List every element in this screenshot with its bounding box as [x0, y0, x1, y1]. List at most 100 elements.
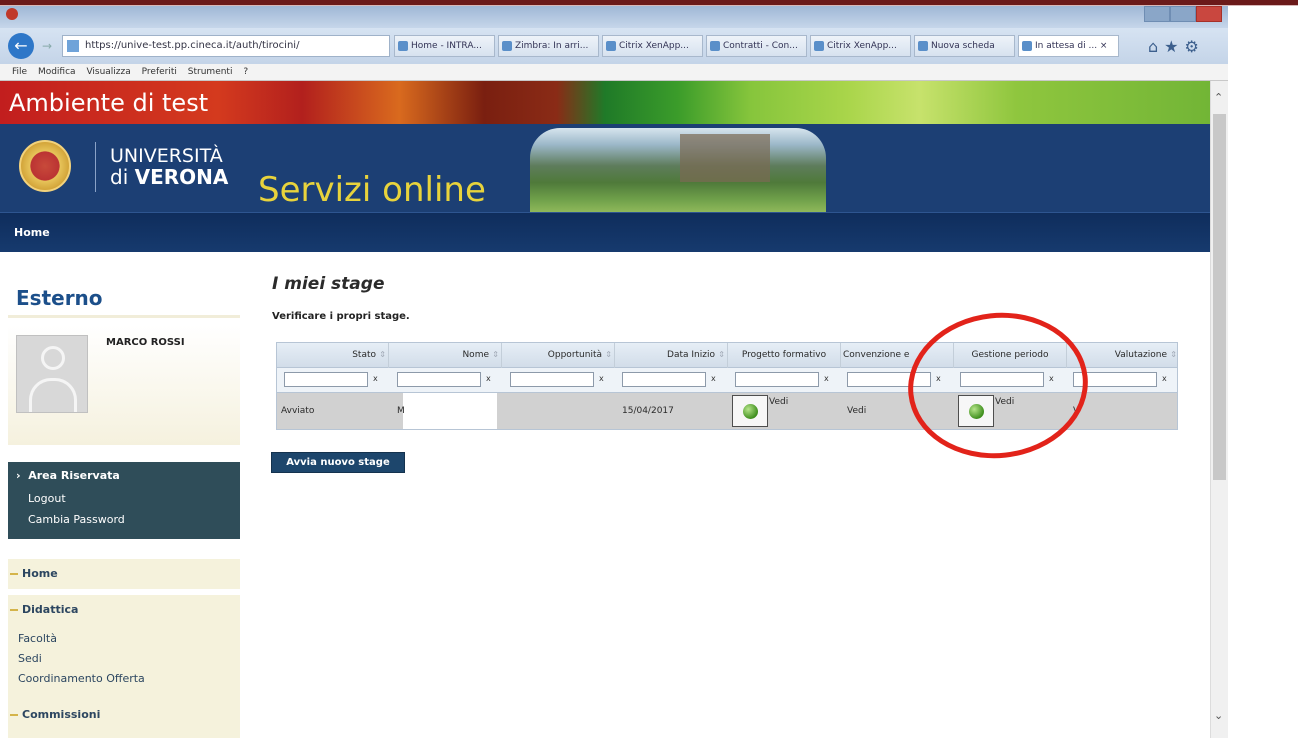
site-favicon-icon — [67, 40, 79, 52]
sidebar-item-sedi[interactable]: Sedi — [18, 652, 42, 665]
sort-icon: ⇕ — [718, 350, 725, 359]
column-header-label: Valutazione — [1114, 350, 1167, 360]
back-button[interactable]: ← — [8, 33, 34, 59]
column-header-data-inizio[interactable]: Data Inizio ⇕ — [615, 343, 728, 369]
menu-section-didattica: Didattica Facoltà Sedi Coordinamento Off… — [8, 595, 240, 703]
browser-tab[interactable]: Contratti - Con... — [706, 35, 807, 57]
sidebar: Esterno MARCO ROSSI › Area Riservata Log… — [8, 252, 240, 738]
clear-filter-icon[interactable]: x — [373, 374, 378, 383]
address-text: https://unive-test.pp.cineca.it/auth/tir… — [85, 40, 300, 51]
browser-tab[interactable]: Zimbra: In arri... — [498, 35, 599, 57]
sidebar-item-didattica[interactable]: Didattica — [8, 598, 240, 622]
column-header-label: Data Inizio — [667, 350, 715, 360]
browser-tab[interactable]: Citrix XenApp... — [602, 35, 703, 57]
area-riservata-label: Area Riservata — [28, 469, 120, 482]
clear-filter-icon[interactable]: x — [824, 374, 829, 383]
browser-tab[interactable]: Citrix XenApp... — [810, 35, 911, 57]
menu-preferiti[interactable]: Preferiti — [142, 67, 177, 77]
blank-cell — [403, 393, 497, 429]
top-nav: Home — [0, 212, 1210, 252]
column-header-nome[interactable]: Nome ⇕ — [389, 343, 502, 369]
menu-file[interactable]: File — [12, 67, 27, 77]
column-header-label: Stato — [352, 350, 376, 360]
logout-link[interactable]: Logout — [28, 492, 66, 505]
column-header-opportunita[interactable]: Opportunità ⇕ — [502, 343, 615, 369]
nav-home-link[interactable]: Home — [14, 226, 50, 239]
cell-nome: M — [397, 406, 405, 416]
maximize-button[interactable] — [1170, 6, 1196, 22]
filter-nome-input[interactable] — [397, 372, 481, 387]
cell-stato: Avviato — [281, 406, 315, 416]
menu-visualizza[interactable]: Visualizza — [86, 67, 130, 77]
browser-tab-active[interactable]: In attesa di ... × — [1018, 35, 1119, 57]
environment-title: Ambiente di test — [9, 89, 209, 117]
screenshot-root: ← → https://unive-test.pp.cineca.it/auth… — [0, 0, 1298, 738]
university-name-bold: VERONA — [134, 165, 229, 189]
menu-section-home: Home — [8, 559, 240, 589]
browser-logo-icon — [6, 8, 18, 20]
change-password-link[interactable]: Cambia Password — [28, 513, 125, 526]
clear-filter-icon[interactable]: x — [599, 374, 604, 383]
favorites-star-icon[interactable]: ★ — [1164, 37, 1184, 56]
browser-window: ← → https://unive-test.pp.cineca.it/auth… — [0, 6, 1228, 81]
site-header: UNIVERSITÀ di VERONA Servizi online — [0, 124, 1210, 212]
browser-tab[interactable]: Home - INTRA... — [394, 35, 495, 57]
sidebar-item-facolta[interactable]: Facoltà — [18, 632, 57, 645]
scroll-down-icon[interactable]: ⌄ — [1214, 709, 1223, 722]
sort-icon: ⇕ — [492, 350, 499, 359]
clear-filter-icon[interactable]: x — [1162, 374, 1167, 383]
home-icon[interactable]: ⌂ — [1148, 37, 1164, 56]
menu-strumenti[interactable]: Strumenti — [188, 67, 233, 77]
university-name-line2: di VERONA — [110, 165, 228, 189]
sidebar-divider — [8, 315, 240, 318]
filter-opportunita-input[interactable] — [510, 372, 594, 387]
site-title: Servizi online — [258, 170, 486, 210]
area-riservata-link[interactable]: › Area Riservata — [16, 469, 120, 482]
sidebar-item-coordinamento[interactable]: Coordinamento Offerta — [18, 672, 145, 685]
sidebar-item-commissioni[interactable]: Commissioni — [8, 703, 240, 727]
settings-gear-icon[interactable]: ⚙ — [1185, 37, 1205, 56]
page-subtitle: Verificare i propri stage. — [272, 311, 410, 322]
campus-photo — [530, 128, 826, 212]
user-profile-box: MARCO ROSSI — [8, 325, 240, 445]
sort-icon: ⇕ — [605, 350, 612, 359]
scroll-up-icon[interactable]: ⌃ — [1214, 91, 1223, 104]
chevron-right-icon: › — [16, 469, 21, 482]
green-dot-icon — [743, 404, 758, 419]
highlight-circle-annotation — [900, 303, 1096, 468]
sort-icon: ⇕ — [1170, 350, 1177, 359]
page-scrollbar[interactable]: ⌃ ⌄ — [1210, 81, 1228, 738]
close-window-button[interactable] — [1196, 6, 1222, 22]
scrollbar-thumb[interactable] — [1213, 114, 1226, 480]
cell-convenzione[interactable]: Vedi — [847, 393, 866, 429]
clear-filter-icon[interactable]: x — [486, 374, 491, 383]
tab-strip: Home - INTRA... Zimbra: In arri... Citri… — [394, 35, 1122, 57]
page-title: I miei stage — [272, 274, 385, 294]
filter-data-input[interactable] — [622, 372, 706, 387]
browser-tab[interactable]: Nuova scheda — [914, 35, 1015, 57]
sidebar-item-home[interactable]: Home — [8, 562, 240, 586]
reserved-area-box: › Area Riservata Logout Cambia Password — [8, 462, 240, 539]
column-header-stato[interactable]: Stato ⇕ — [277, 343, 389, 369]
sort-icon: ⇕ — [379, 350, 386, 359]
filter-progetto-input[interactable] — [735, 372, 819, 387]
address-bar[interactable]: https://unive-test.pp.cineca.it/auth/tir… — [62, 35, 390, 57]
environment-banner: Ambiente di test — [0, 81, 1210, 124]
menu-help[interactable]: ? — [243, 67, 248, 77]
menu-modifica[interactable]: Modifica — [38, 67, 76, 77]
menu-section-commissioni: Commissioni — [8, 703, 240, 738]
progetto-vedi-label[interactable]: Vedi — [769, 397, 788, 407]
column-header-label: Nome — [462, 350, 489, 360]
new-stage-button[interactable]: Avvia nuovo stage — [271, 452, 405, 473]
clear-filter-icon[interactable]: x — [711, 374, 716, 383]
menu-bar: File Modifica Visualizza Preferiti Strum… — [0, 64, 1228, 81]
progetto-vedi-button[interactable] — [732, 395, 768, 427]
browser-toolbar-icons: ⌂★⚙ — [1148, 37, 1205, 56]
minimize-button[interactable] — [1144, 6, 1170, 22]
forward-button[interactable]: → — [38, 37, 56, 55]
column-header-progetto[interactable]: Progetto formativo — [728, 343, 841, 369]
university-seal-logo[interactable] — [19, 140, 71, 192]
user-role: Esterno — [16, 286, 103, 310]
filter-stato-input[interactable] — [284, 372, 368, 387]
user-name: MARCO ROSSI — [106, 337, 185, 348]
